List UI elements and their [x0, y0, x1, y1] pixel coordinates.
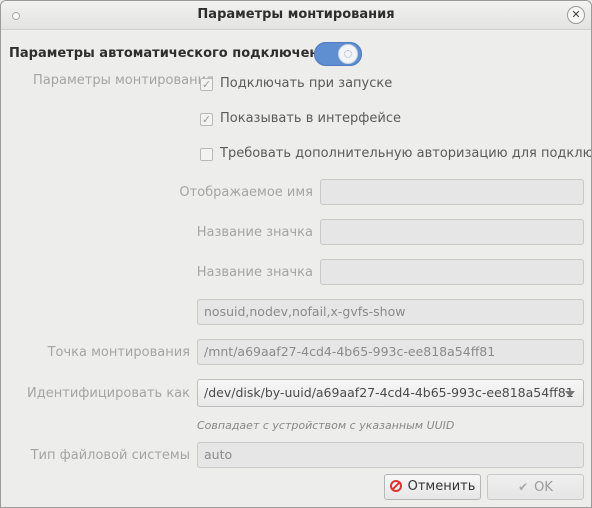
icon-name-field[interactable]: [320, 219, 584, 245]
identify-as-hint: Совпадает с устройством с указанным UUID: [197, 419, 455, 432]
mount-at-startup-label: Подключать при запуске: [220, 76, 393, 91]
show-in-ui-checkbox[interactable]: ✓: [200, 113, 213, 126]
filesystem-type-field[interactable]: auto: [197, 442, 584, 468]
icon-name-label: Название значка: [196, 225, 313, 240]
mount-options-string-field[interactable]: nosuid,nodev,nofail,x-gvfs-show: [197, 299, 584, 325]
cancel-icon: [389, 480, 402, 492]
ok-button-label: OK: [534, 480, 553, 495]
identify-as-selected-value: /dev/disk/by-uuid/a69aaf27-4cd4-4b65-993…: [204, 385, 574, 400]
checkmark-icon: ✔: [518, 480, 529, 494]
display-name-field[interactable]: [320, 179, 584, 205]
symbolic-icon-name-field[interactable]: [320, 259, 584, 285]
mount-point-field[interactable]: /mnt/a69aaf27-4cd4-4b65-993c-ee818a54ff8…: [197, 339, 584, 365]
require-auth-label: Требовать дополнительную авторизацию для…: [220, 146, 591, 161]
symbolic-icon-name-label: Название значка: [196, 265, 313, 280]
automount-switch[interactable]: [314, 42, 362, 66]
require-auth-checkbox[interactable]: [200, 148, 213, 161]
show-in-ui-label: Показывать в интерфейсе: [220, 111, 401, 126]
mount-options-group-label: Параметры монтирования: [33, 73, 214, 88]
automount-section-title: Параметры автоматического подключения: [9, 46, 336, 61]
title-bar: Параметры монтирования ✕: [1, 1, 591, 30]
mount-at-startup-checkbox[interactable]: ✓: [200, 78, 213, 91]
close-button[interactable]: ✕: [567, 6, 585, 24]
mount-options-dialog: Параметры монтирования ✕ Параметры автом…: [0, 0, 592, 508]
identify-as-label: Идентифицировать как: [27, 386, 190, 401]
display-name-label: Отображаемое имя: [179, 185, 313, 200]
chevron-down-icon: [565, 391, 575, 397]
cancel-button-label: Отменить: [407, 479, 476, 494]
cancel-button[interactable]: Отменить: [384, 474, 481, 500]
window-title: Параметры монтирования: [197, 7, 395, 22]
identify-as-dropdown[interactable]: /dev/disk/by-uuid/a69aaf27-4cd4-4b65-993…: [197, 379, 584, 407]
ok-button[interactable]: ✔ OK: [487, 474, 584, 500]
filesystem-type-label: Тип файловой системы: [30, 448, 190, 463]
switch-knob: [338, 44, 358, 64]
mount-point-label: Точка монтирования: [47, 345, 190, 360]
